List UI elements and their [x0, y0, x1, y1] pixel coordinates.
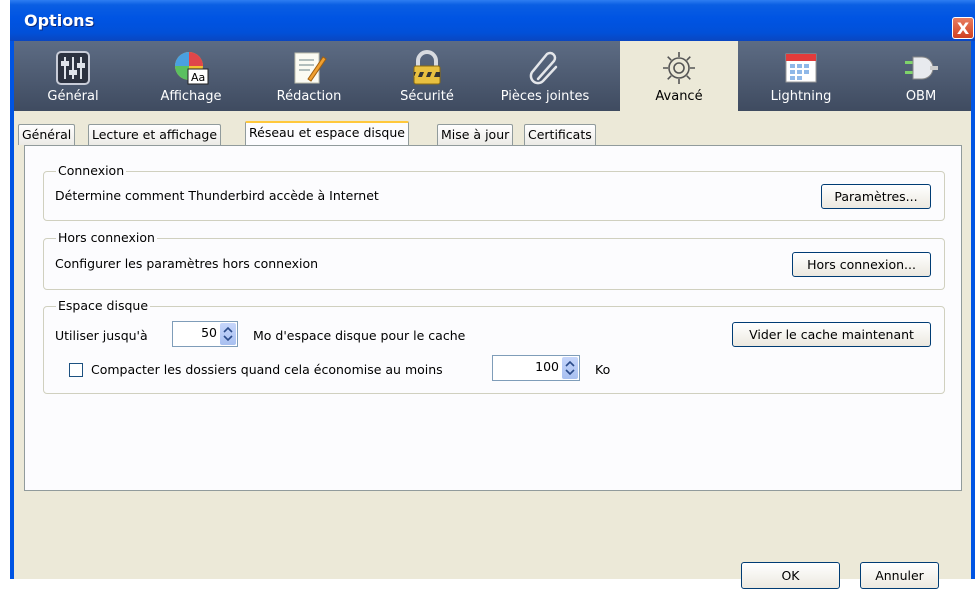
- paperclip-icon: [529, 51, 558, 85]
- svg-text:Aa: Aa: [191, 71, 205, 84]
- lock-icon: [413, 50, 441, 85]
- espace-disque-group: Espace disque Utiliser jusqu'à Mo d'espa…: [43, 298, 945, 394]
- toolbar-label: Avancé: [655, 89, 703, 104]
- calendar-icon: [785, 53, 817, 83]
- tab-general[interactable]: Général: [18, 124, 76, 145]
- plug-icon: [905, 56, 938, 80]
- tab-reseau-espace-disque[interactable]: Réseau et espace disque: [245, 121, 409, 145]
- toolbar-item-avance[interactable]: Avancé: [620, 41, 738, 111]
- compact-size-input[interactable]: [495, 359, 559, 374]
- tab-lecture-affichage[interactable]: Lecture et affichage: [88, 124, 222, 145]
- hors-connexion-description: Configurer les paramètres hors connexion: [55, 256, 319, 271]
- hors-connexion-group: Hors connexion Configurer les paramètres…: [43, 230, 945, 290]
- toolbar-label: Sécurité: [400, 89, 454, 104]
- tab-certificats[interactable]: Certificats: [524, 124, 596, 145]
- cache-size-stepper[interactable]: [172, 321, 238, 347]
- tab-panel: Connexion Détermine comment Thunderbird …: [24, 145, 962, 491]
- spin-arrows-icon: [565, 360, 575, 376]
- parametres-button[interactable]: Paramètres...: [821, 184, 931, 209]
- toolbar-label: Général: [47, 89, 99, 104]
- ok-button[interactable]: OK: [741, 562, 840, 589]
- hors-connexion-legend: Hors connexion: [56, 230, 157, 245]
- title-bar[interactable]: Options X: [10, 0, 975, 41]
- toolbar-item-affichage[interactable]: Aa Affichage: [132, 41, 250, 111]
- dialog-content: Général Aa Affichage Rédaction Sécurité …: [14, 41, 971, 589]
- cache-suffix: Mo d'espace disque pour le cache: [253, 328, 466, 343]
- tab-mise-a-jour[interactable]: Mise à jour: [437, 124, 514, 145]
- espace-disque-legend: Espace disque: [56, 298, 151, 313]
- hors-connexion-button[interactable]: Hors connexion...: [792, 252, 931, 277]
- cache-spin-buttons[interactable]: [220, 323, 236, 345]
- toolbar-label: Rédaction: [276, 89, 342, 104]
- toolbar-item-pieces-jointes[interactable]: Pièces jointes: [486, 41, 604, 111]
- window-frame-right: [971, 41, 975, 579]
- toolbar-label: Lightning: [770, 89, 832, 104]
- window-title: Options: [24, 11, 95, 30]
- connexion-description: Détermine comment Thunderbird accède à I…: [55, 188, 379, 203]
- category-toolbar: Général Aa Affichage Rédaction Sécurité …: [14, 41, 971, 111]
- options-window: Options X Général Aa Affichage Rédaction…: [0, 0, 975, 589]
- compact-size-stepper[interactable]: [492, 355, 580, 381]
- compact-spin-buttons[interactable]: [562, 357, 578, 379]
- close-button[interactable]: X: [952, 17, 974, 39]
- compact-checkbox[interactable]: [69, 363, 83, 377]
- toolbar-label: Pièces jointes: [500, 89, 590, 104]
- toolbar-item-obm[interactable]: OBM: [862, 41, 975, 111]
- connexion-group: Connexion Détermine comment Thunderbird …: [43, 163, 945, 221]
- sliders-icon: [56, 51, 90, 85]
- compact-label: Compacter les dossiers quand cela économ…: [91, 362, 443, 377]
- toolbar-label: OBM: [905, 89, 937, 104]
- compact-unit: Ko: [595, 362, 611, 377]
- color-font-icon: Aa: [175, 52, 209, 85]
- spin-arrows-icon: [223, 326, 233, 342]
- cache-label: Utiliser jusqu'à: [55, 328, 148, 343]
- gear-icon: [663, 52, 695, 84]
- vider-cache-button[interactable]: Vider le cache maintenant: [732, 322, 931, 347]
- toolbar-item-general[interactable]: Général: [14, 41, 132, 111]
- annuler-button[interactable]: Annuler: [860, 562, 939, 589]
- toolbar-item-lightning[interactable]: Lightning: [742, 41, 860, 111]
- toolbar-item-securite[interactable]: Sécurité: [368, 41, 486, 111]
- cache-size-input[interactable]: [175, 325, 217, 340]
- toolbar-label: Affichage: [160, 89, 222, 104]
- compose-icon: [294, 52, 327, 84]
- connexion-legend: Connexion: [56, 163, 127, 178]
- toolbar-item-redaction[interactable]: Rédaction: [250, 41, 368, 111]
